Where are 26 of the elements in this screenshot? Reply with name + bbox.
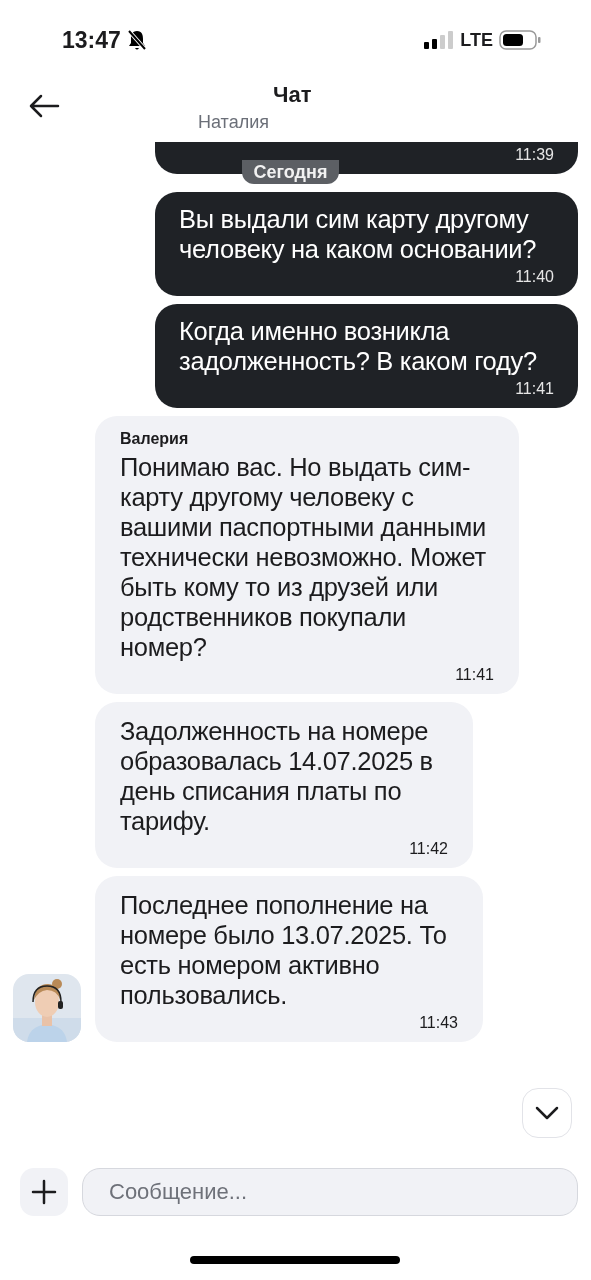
message-text: Последнее пополнение на номере было 13.07.2025. То есть номером активно пользовались. <box>120 890 448 1010</box>
back-button[interactable] <box>28 94 60 118</box>
back-arrow-icon <box>28 94 60 118</box>
message-author: Валерия <box>120 430 190 448</box>
chat-title: Чат <box>273 82 312 108</box>
message-text: Вы выдали сим карту другому человеку на каком основании? <box>179 204 538 264</box>
scroll-down-button[interactable] <box>522 1088 572 1138</box>
plus-icon <box>31 1179 57 1205</box>
signal-icon <box>424 31 455 49</box>
message-time: 11:41 <box>454 666 494 684</box>
network-type: LTE <box>460 29 493 51</box>
bell-slash-icon <box>126 29 147 51</box>
message-time: 11:43 <box>418 1014 458 1032</box>
add-button[interactable] <box>20 1168 68 1216</box>
message-time: 11:40 <box>514 268 554 286</box>
message-text: Понимаю вас. Но выдать сим-карту другому человеку с вашими паспортными данными технически невозможно. Может быть кому то из друзей или родственников покупали номер? <box>120 452 487 662</box>
battery-icon <box>499 30 541 50</box>
chevron-down-icon <box>535 1106 559 1120</box>
chat-subtitle: Наталия <box>198 112 269 133</box>
message-input[interactable]: Сообщение... <box>82 1168 578 1216</box>
status-time: 13:47 <box>62 26 121 54</box>
message-time: 11:41 <box>514 380 554 398</box>
message-text: Когда именно возникла задолженность? В каком году? <box>179 316 538 376</box>
message-time: 11:42 <box>408 840 448 858</box>
message-text: Задолженность на номере образовалась 14.07.2025 в день списания платы по тарифу. <box>120 716 434 836</box>
message-time: 11:39 <box>514 146 554 164</box>
